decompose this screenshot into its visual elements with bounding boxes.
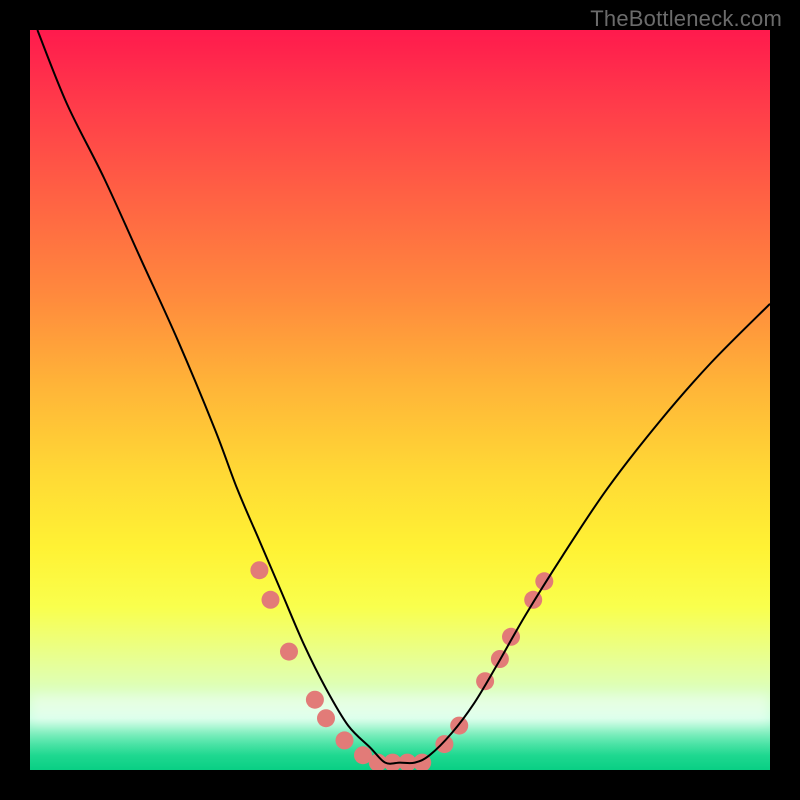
chart-frame: TheBottleneck.com (0, 0, 800, 800)
data-marker (262, 591, 280, 609)
data-marker (435, 735, 453, 753)
data-marker (280, 643, 298, 661)
watermark-text: TheBottleneck.com (590, 6, 782, 32)
data-marker (306, 691, 324, 709)
markers-layer (250, 561, 553, 770)
data-marker (317, 709, 335, 727)
data-marker (336, 731, 354, 749)
chart-svg (30, 30, 770, 770)
bottleneck-curve (37, 30, 770, 764)
data-marker (250, 561, 268, 579)
plot-area (30, 30, 770, 770)
